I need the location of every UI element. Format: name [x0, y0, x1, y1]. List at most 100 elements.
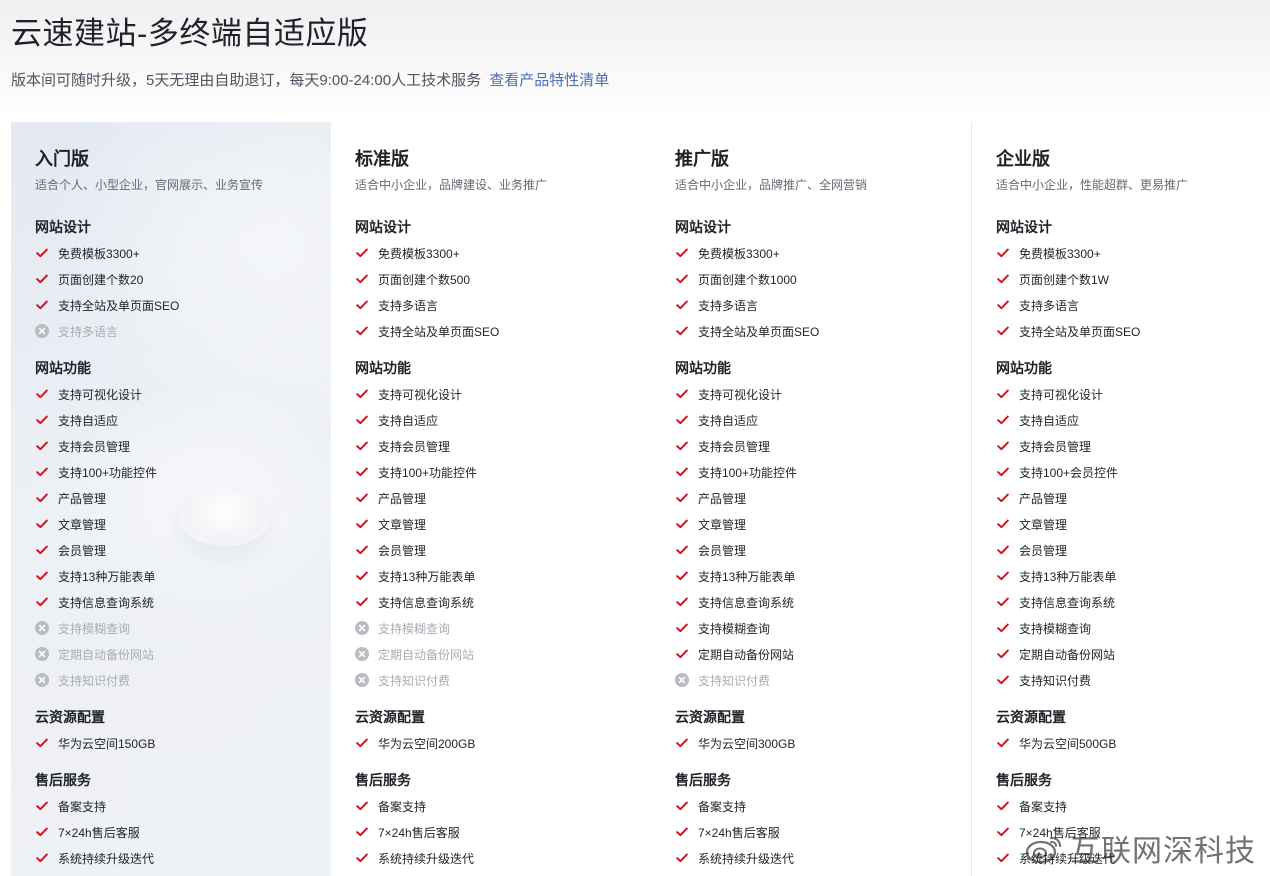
feature-item: 系统持续升级迭代	[675, 845, 971, 871]
check-icon	[675, 246, 689, 260]
check-icon	[675, 595, 689, 609]
feature-label: 备案支持	[1019, 799, 1068, 814]
check-icon	[35, 491, 49, 505]
feature-label: 支持可视化设计	[378, 387, 463, 402]
check-icon	[996, 465, 1010, 479]
feature-item: 页面创建个数20	[35, 266, 331, 292]
feature-item: 7×24h售后客服	[355, 819, 651, 845]
feature-label: 文章管理	[58, 517, 107, 532]
feature-item: 页面创建个数1W	[996, 266, 1270, 292]
feature-item: 支持全站及单页面SEO	[996, 318, 1270, 344]
feature-item: 免费模板3300+	[996, 240, 1270, 266]
product-features-link[interactable]: 查看产品特性清单	[489, 72, 609, 89]
feature-label: 会员管理	[58, 543, 107, 558]
feature-item: 备案支持	[355, 793, 651, 819]
feature-item: 支持信息查询系统	[675, 589, 971, 615]
section-title: 网站设计	[996, 219, 1052, 235]
feature-label: 会员管理	[698, 543, 747, 558]
check-icon	[996, 736, 1010, 750]
check-icon	[355, 439, 369, 453]
check-icon	[675, 465, 689, 479]
plan-column: 推广版 适合中小企业，品牌推广、全网营销 网站设计 免费模板3300+ 页面创建个数10…	[651, 122, 971, 876]
check-icon	[675, 543, 689, 557]
section-title: 网站功能	[996, 360, 1052, 376]
feature-item: 支持自适应	[35, 407, 331, 433]
plan-description: 适合个人、小型企业，官网展示、业务宣传	[35, 178, 264, 192]
feature-label: 定期自动备份网站	[1019, 647, 1116, 662]
feature-label: 支持多语言	[58, 324, 119, 339]
feature-item: 支持100+功能控件	[675, 459, 971, 485]
feature-label: 免费模板3300+	[698, 246, 780, 261]
feature-label: 7×24h售后客服	[698, 825, 780, 840]
check-icon	[35, 272, 49, 286]
feature-label: 支持信息查询系统	[58, 595, 155, 610]
feature-label: 支持100+功能控件	[698, 465, 798, 480]
check-icon	[35, 439, 49, 453]
check-icon	[35, 736, 49, 750]
feature-item: 会员管理	[35, 537, 331, 563]
feature-item: 支持会员管理	[35, 433, 331, 459]
feature-item: 文章管理	[675, 511, 971, 537]
feature-label: 支持知识付费	[58, 673, 131, 688]
feature-item: 华为云空间150GB	[35, 730, 331, 756]
feature-label: 定期自动备份网站	[378, 647, 475, 662]
feature-section: 云资源配置 华为云空间200GB	[355, 707, 651, 756]
check-icon	[675, 272, 689, 286]
feature-label: 支持信息查询系统	[1019, 595, 1116, 610]
check-icon	[355, 298, 369, 312]
section-title: 网站功能	[35, 360, 91, 376]
section-title: 云资源配置	[675, 709, 745, 725]
check-icon	[35, 543, 49, 557]
feature-item: 支持知识付费	[355, 667, 651, 693]
feature-label: 支持模糊查询	[1019, 621, 1092, 636]
feature-label: 支持会员管理	[1019, 439, 1092, 454]
feature-section: 网站设计 免费模板3300+ 页面创建个数1000 支持多语言 支持全站及单页面SEO	[675, 217, 971, 344]
feature-item: 支持全站及单页面SEO	[35, 292, 331, 318]
feature-item: 产品管理	[355, 485, 651, 511]
feature-item: 支持信息查询系统	[996, 589, 1270, 615]
cross-circle-icon	[35, 647, 49, 661]
feature-item: 会员管理	[355, 537, 651, 563]
feature-section: 售后服务 备案支持 7×24h售后客服 系统持续升级迭代	[675, 770, 971, 871]
check-icon	[355, 517, 369, 531]
cross-circle-icon	[355, 621, 369, 635]
feature-item: 定期自动备份网站	[35, 641, 331, 667]
section-title: 网站设计	[675, 219, 731, 235]
check-icon	[355, 595, 369, 609]
check-icon	[996, 825, 1010, 839]
section-title: 网站功能	[355, 360, 411, 376]
feature-label: 系统持续升级迭代	[378, 851, 475, 866]
feature-item: 支持多语言	[996, 292, 1270, 318]
feature-item: 支持13种万能表单	[355, 563, 651, 589]
check-icon	[675, 647, 689, 661]
feature-label: 支持知识付费	[698, 673, 771, 688]
feature-item: 支持自适应	[996, 407, 1270, 433]
plan-description: 适合中小企业，性能超群、更易推广	[996, 178, 1189, 192]
check-icon	[35, 851, 49, 865]
section-title: 云资源配置	[996, 709, 1066, 725]
feature-item: 支持13种万能表单	[35, 563, 331, 589]
feature-label: 支持知识付费	[1019, 673, 1092, 688]
feature-label: 页面创建个数20	[58, 272, 144, 287]
check-icon	[675, 825, 689, 839]
feature-item: 产品管理	[35, 485, 331, 511]
feature-label: 产品管理	[378, 491, 427, 506]
check-icon	[675, 439, 689, 453]
feature-label: 支持会员管理	[378, 439, 451, 454]
plan-name: 标准版	[355, 149, 409, 169]
feature-label: 支持13种万能表单	[378, 569, 476, 584]
feature-item: 支持模糊查询	[355, 615, 651, 641]
check-icon	[996, 517, 1010, 531]
feature-section: 网站功能 支持可视化设计 支持自适应 支持会员管理 支持100+功能控件 产品管理 文章管理…	[675, 358, 971, 693]
feature-item: 支持全站及单页面SEO	[355, 318, 651, 344]
check-icon	[996, 387, 1010, 401]
feature-section: 网站设计免费模板3300+ 页面创建个数1W 支持多语言 支持全站及单页面SEO	[996, 217, 1270, 344]
section-title: 网站功能	[675, 360, 731, 376]
feature-section: 云资源配置 华为云空间150GB	[35, 707, 331, 756]
feature-item: 支持可视化设计	[996, 381, 1270, 407]
feature-label: 页面创建个数500	[378, 272, 471, 287]
check-icon	[996, 543, 1010, 557]
feature-item: 支持知识付费	[996, 667, 1270, 693]
feature-label: 支持全站及单页面SEO	[58, 298, 180, 313]
check-icon	[355, 736, 369, 750]
